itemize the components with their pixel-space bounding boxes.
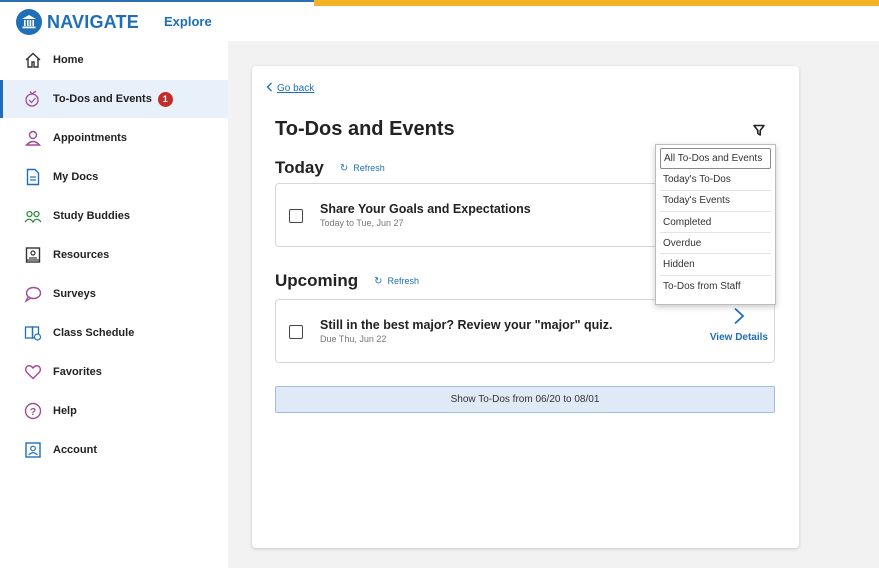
todo-due-date: Due Thu, Jun 22 [320,334,387,344]
today-refresh-button[interactable]: ↻ Refresh [340,163,385,174]
filter-option-completed[interactable]: Completed [660,212,771,234]
account-icon [24,441,42,459]
upcoming-refresh-button[interactable]: ↻ Refresh [374,276,419,287]
filter-option-all[interactable]: All To-Dos and Events [660,148,771,170]
todo-checkbox[interactable] [289,325,303,339]
institution-icon [16,9,42,35]
top-bar: NAVIGATE Explore [0,0,879,41]
filter-icon[interactable] [752,123,766,137]
filter-option-todays-events[interactable]: Today's Events [660,191,771,212]
person-icon [24,129,42,147]
chevron-right-icon [733,307,745,330]
sidebar-item-label: Account [53,444,97,456]
todo-checkbox[interactable] [289,209,303,223]
schedule-icon [24,324,42,342]
sidebar-item-label: Home [53,54,84,66]
todo-due-date: Today to Tue, Jun 27 [320,218,404,228]
chevron-left-icon [266,82,273,95]
today-section-heading: Today ↻ Refresh [275,158,385,178]
sidebar-item-account[interactable]: Account [0,431,228,469]
sidebar-item-label: My Docs [53,171,99,183]
sidebar-item-label: Surveys [53,288,96,300]
refresh-label: Refresh [387,276,420,286]
sidebar-item-label: Class Schedule [53,327,135,339]
filter-dropdown-menu: All To-Dos and Events Today's To-Dos Tod… [655,144,776,305]
svg-text:?: ? [30,407,36,418]
resources-icon [24,246,42,264]
sidebar-item-home[interactable]: Home [0,41,228,79]
show-todos-range-button[interactable]: Show To-Dos from 06/20 to 08/01 [275,386,775,413]
refresh-label: Refresh [353,163,385,173]
sidebar-item-label: Resources [53,249,110,261]
sidebar-item-my-docs[interactable]: My Docs [0,158,228,196]
todo-icon [24,90,42,108]
todo-title[interactable]: Still in the best major? Review your "ma… [320,318,612,332]
go-back-link[interactable]: Go back [266,82,314,95]
sidebar-item-surveys[interactable]: Surveys [0,275,228,313]
page-title: To-Dos and Events [275,118,455,140]
help-icon: ? [24,402,42,420]
sidebar-item-appointments[interactable]: Appointments [0,119,228,157]
sidebar-item-resources[interactable]: Resources [0,236,228,274]
upcoming-section-heading: Upcoming ↻ Refresh [275,271,419,291]
upcoming-heading: Upcoming [275,271,359,290]
main-content: Go back To-Dos and Events Today ↻ Refres… [228,41,879,568]
view-details-button[interactable]: View Details [710,307,768,343]
filter-option-hidden[interactable]: Hidden [660,254,771,276]
chat-bubble-icon [24,285,42,303]
go-back-label: Go back [277,83,315,94]
sidebar-item-todos[interactable]: To-Dos and Events 1 [0,80,228,118]
top-accent-bar [314,0,879,6]
view-details-label: View Details [709,332,768,343]
notification-badge: 1 [157,91,173,107]
sidebar-item-study-buddies[interactable]: Study Buddies [0,197,228,235]
explore-link[interactable]: Explore [164,14,212,29]
today-heading: Today [275,158,324,177]
sidebar-item-label: To-Dos and Events [53,93,152,105]
sidebar-item-label: Study Buddies [53,210,131,222]
logo-text: NAVIGATE [47,11,139,32]
filter-option-from-staff[interactable]: To-Dos from Staff [660,276,771,297]
sidebar-item-label: Appointments [53,132,127,144]
filter-option-overdue[interactable]: Overdue [660,233,771,255]
todo-title[interactable]: Share Your Goals and Expectations [320,202,531,216]
sidebar-item-class-schedule[interactable]: Class Schedule [0,314,228,352]
todos-card: Go back To-Dos and Events Today ↻ Refres… [252,66,799,548]
list-item: Still in the best major? Review your "ma… [275,299,775,363]
sidebar-item-label: Favorites [53,366,102,378]
refresh-icon: ↻ [374,275,383,287]
navigate-logo[interactable]: NAVIGATE [16,9,139,35]
top-accent-line [0,0,314,2]
document-icon [24,168,42,186]
sidebar: Home To-Dos and Events 1 Appointments My… [0,41,228,568]
people-icon [24,207,42,225]
sidebar-item-favorites[interactable]: Favorites [0,353,228,391]
sidebar-item-help[interactable]: ? Help [0,392,228,430]
sidebar-item-label: Help [53,405,77,417]
home-icon [24,51,42,69]
heart-icon [24,363,42,381]
refresh-icon: ↻ [339,162,349,174]
filter-option-todays-todos[interactable]: Today's To-Dos [660,169,771,191]
